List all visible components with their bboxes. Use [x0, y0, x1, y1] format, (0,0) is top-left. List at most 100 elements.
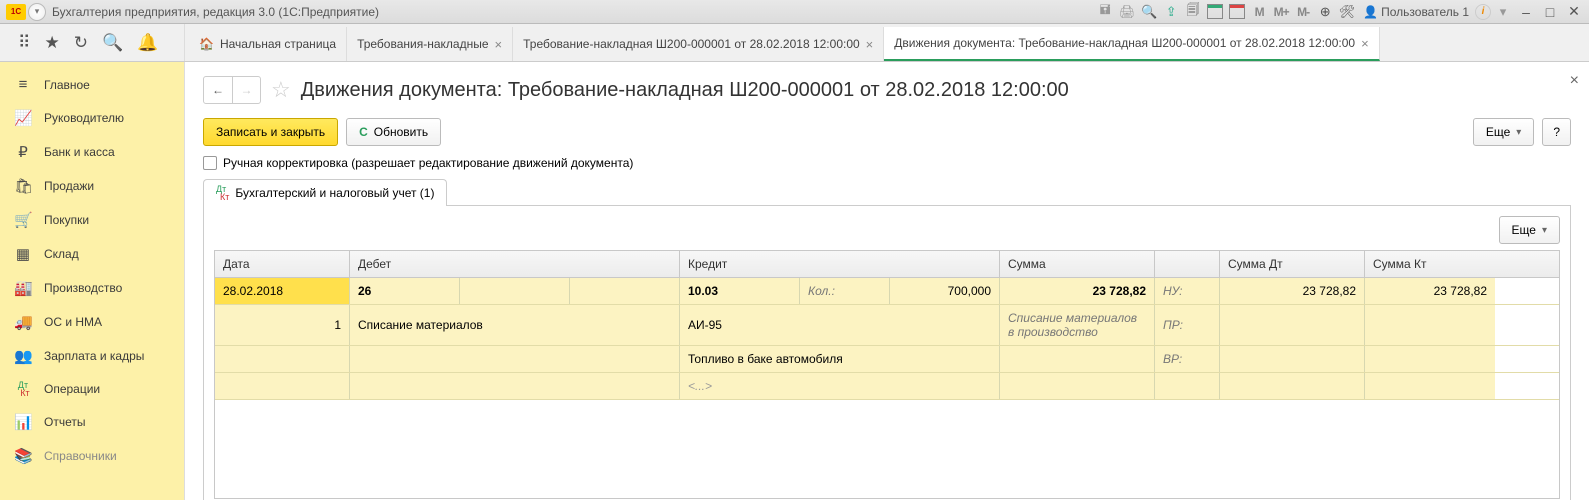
cell-empty: [1155, 373, 1220, 399]
calendar-icon[interactable]: [1229, 4, 1245, 19]
people-icon: 👥: [14, 347, 32, 365]
cell-empty: [460, 278, 570, 304]
sidebar-item-purchases[interactable]: 🛒Покупки: [0, 203, 184, 237]
calendar-grid-icon[interactable]: [1207, 4, 1223, 19]
m-plus-icon[interactable]: M+: [1271, 3, 1291, 21]
sidebar-item-label: Отчеты: [44, 415, 85, 429]
cell-vr-label: ВР:: [1155, 346, 1220, 372]
nav-forward-button[interactable]: →: [232, 77, 260, 103]
manual-correction-label: Ручная корректировка (разрешает редактир…: [223, 156, 633, 170]
search-icon[interactable]: 🔍: [102, 33, 123, 53]
sidebar-item-label: ОС и НМА: [44, 315, 102, 329]
favorite-icon[interactable]: ★: [44, 33, 59, 53]
favorite-star-icon[interactable]: ☆: [271, 77, 291, 103]
cell-sum-desc: Списание материалов в производство: [1000, 305, 1155, 345]
tab-home[interactable]: 🏠 Начальная страница: [185, 27, 347, 61]
m-minus-icon[interactable]: M-: [1293, 3, 1313, 21]
table-row[interactable]: 1 Списание материалов АИ-95 Списание мат…: [215, 305, 1559, 346]
col-sum-kt[interactable]: Сумма Кт: [1365, 251, 1495, 277]
user-menu[interactable]: 👤 Пользователь 1: [1359, 5, 1473, 19]
sidebar-item-label: Руководителю: [44, 111, 124, 125]
col-credit[interactable]: Кредит: [680, 251, 1000, 277]
truck-icon: 🚚: [14, 313, 32, 331]
title-bar: 1С ▾ Бухгалтерия предприятия, редакция 3…: [0, 0, 1589, 24]
app-logo: 1С: [6, 4, 26, 20]
sidebar-item-assets[interactable]: 🚚 ОС и НМА: [0, 305, 184, 339]
tab-close-icon[interactable]: ×: [1361, 36, 1369, 51]
tab-close-icon[interactable]: ×: [495, 37, 503, 52]
col-sum-dt[interactable]: Сумма Дт: [1220, 251, 1365, 277]
sidebar-item-references[interactable]: 📚Справочники: [0, 439, 184, 473]
minimize-button[interactable]: –: [1515, 3, 1537, 21]
info-dropdown[interactable]: ▾: [1493, 3, 1513, 21]
table-more-button[interactable]: Еще: [1499, 216, 1560, 244]
preview-icon[interactable]: 🔍: [1139, 3, 1159, 21]
history-icon[interactable]: ↻: [74, 33, 88, 53]
copy-icon[interactable]: 🗐: [1183, 3, 1203, 21]
sidebar-item-label: Покупки: [44, 213, 89, 227]
sidebar-item-main[interactable]: ≡Главное: [0, 68, 184, 101]
notifications-icon[interactable]: 🔔: [137, 33, 158, 53]
sidebar-item-salary[interactable]: 👥 Зарплата и кадры: [0, 339, 184, 373]
nav-back-button[interactable]: ←: [204, 77, 232, 103]
sidebar-item-label: Продажи: [44, 179, 94, 193]
col-date[interactable]: Дата: [215, 251, 350, 277]
table-row[interactable]: <...>: [215, 373, 1559, 400]
cell-qty: 700,000: [890, 278, 1000, 304]
grid-body[interactable]: 28.02.2018 26 10.03 Кол.: 700,000 23 728…: [215, 278, 1559, 498]
zoom-icon[interactable]: ⊕: [1315, 3, 1335, 21]
tab-home-label: Начальная страница: [220, 37, 336, 51]
button-label: Еще: [1486, 125, 1510, 139]
close-page-button[interactable]: ×: [1570, 72, 1579, 90]
print-icon[interactable]: 🖨: [1117, 3, 1137, 21]
main-menu-dropdown[interactable]: ▾: [28, 3, 46, 21]
sidebar-item-operations[interactable]: ДтКтОперации: [0, 373, 184, 405]
tab-label: Движения документа: Требование-накладная…: [894, 36, 1355, 50]
tab-close-icon[interactable]: ×: [866, 37, 874, 52]
sidebar-item-bank[interactable]: ₽Банк и касса: [0, 135, 184, 169]
sidebar-item-reports[interactable]: 📊Отчеты: [0, 405, 184, 439]
button-label: ?: [1553, 125, 1560, 139]
tab-requirement-doc[interactable]: Требование-накладная Ш200-000001 от 28.0…: [513, 27, 884, 61]
help-button[interactable]: ?: [1542, 118, 1571, 146]
factory-icon: 🏭: [14, 279, 32, 297]
cell-credit-item: АИ-95: [680, 305, 1000, 345]
save-icon[interactable]: 🖬: [1095, 3, 1115, 21]
top-toolbar: ⠿ ★ ↻ 🔍 🔔 🏠 Начальная страница Требовани…: [0, 24, 1589, 62]
col-sum[interactable]: Сумма: [1000, 251, 1155, 277]
cell-empty: [350, 373, 680, 399]
refresh-icon: С: [359, 125, 368, 139]
maximize-button[interactable]: □: [1539, 3, 1561, 21]
close-window-button[interactable]: ✕: [1563, 3, 1585, 21]
table-row[interactable]: 28.02.2018 26 10.03 Кол.: 700,000 23 728…: [215, 278, 1559, 305]
cell-debit-account: 26: [350, 278, 460, 304]
col-debit[interactable]: Дебет: [350, 251, 680, 277]
refresh-button[interactable]: СОбновить: [346, 118, 441, 146]
cell-sum-kt: 23 728,82: [1365, 278, 1495, 304]
cell-empty: [570, 278, 680, 304]
save-and-close-button[interactable]: Записать и закрыть: [203, 118, 338, 146]
m-icon[interactable]: M: [1249, 3, 1269, 21]
sidebar-item-label: Зарплата и кадры: [44, 349, 144, 363]
cell-empty: [215, 373, 350, 399]
manual-correction-checkbox[interactable]: [203, 156, 217, 170]
more-button[interactable]: Еще: [1473, 118, 1534, 146]
tools-icon[interactable]: 🛠: [1337, 3, 1357, 21]
tab-document-movements[interactable]: Движения документа: Требование-накладная…: [884, 27, 1379, 61]
sidebar-item-sales[interactable]: 🛍Продажи: [0, 169, 184, 203]
page-title: Движения документа: Требование-накладная…: [301, 79, 1069, 102]
apps-icon[interactable]: ⠿: [18, 33, 30, 53]
sidebar-item-label: Главное: [44, 78, 90, 92]
grid-header-row: Дата Дебет Кредит Сумма Сумма Дт Сумма К…: [215, 251, 1559, 278]
link-icon[interactable]: ⇪: [1161, 3, 1181, 21]
tab-requirements-list[interactable]: Требования-накладные×: [347, 27, 513, 61]
cell-empty: [1000, 346, 1155, 372]
grid-icon: ▦: [14, 245, 32, 263]
tab-accounting[interactable]: ДтКт Бухгалтерский и налоговый учет (1): [203, 179, 447, 206]
sidebar-item-warehouse[interactable]: ▦Склад: [0, 237, 184, 271]
info-icon[interactable]: i: [1475, 4, 1491, 20]
sidebar-item-production[interactable]: 🏭Производство: [0, 271, 184, 305]
sidebar-item-manager[interactable]: 📈Руководителю: [0, 101, 184, 135]
cell-pr-label: ПР:: [1155, 305, 1220, 345]
table-row[interactable]: Топливо в баке автомобиля ВР:: [215, 346, 1559, 373]
